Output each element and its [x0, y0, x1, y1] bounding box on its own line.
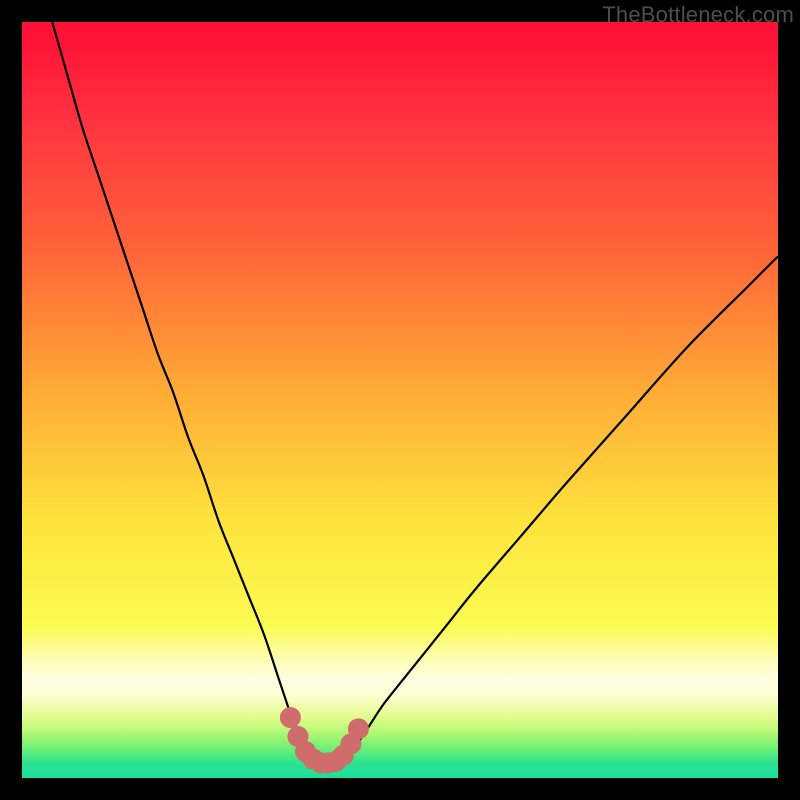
- highlight-dots: [280, 707, 369, 773]
- chart-frame: TheBottleneck.com: [0, 0, 800, 800]
- bottleneck-curve: [52, 22, 778, 763]
- curve-layer: [22, 22, 778, 778]
- watermark-text: TheBottleneck.com: [602, 2, 794, 28]
- highlight-dot: [348, 718, 369, 739]
- highlight-dot: [280, 707, 301, 728]
